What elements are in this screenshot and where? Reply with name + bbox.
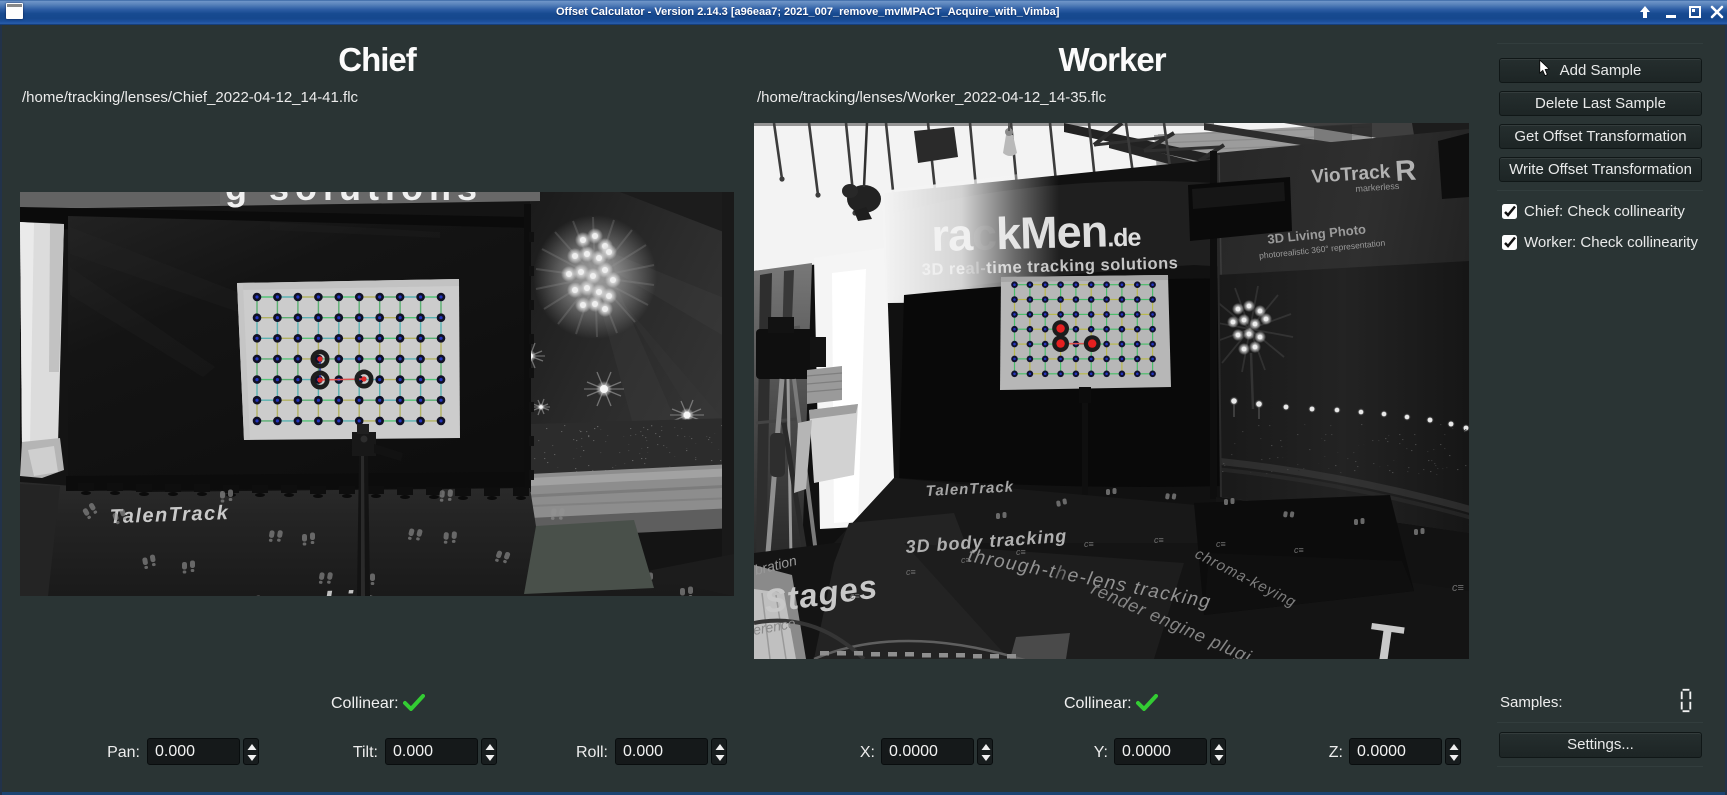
svg-text:c≡: c≡ <box>906 567 916 577</box>
svg-text:c≡: c≡ <box>1084 539 1094 549</box>
svg-text:c≡: c≡ <box>1016 547 1026 557</box>
svg-text:g solutions: g solutions <box>225 192 483 208</box>
svg-text:c≡: c≡ <box>1294 545 1304 555</box>
svg-text:c≡: c≡ <box>1154 535 1164 545</box>
svg-text:TalenTrack: TalenTrack <box>109 502 229 528</box>
svg-text:c≡: c≡ <box>1216 539 1226 549</box>
svg-text:c≡: c≡ <box>850 591 860 601</box>
svg-text:c≡: c≡ <box>1452 582 1464 594</box>
svg-text:c≡: c≡ <box>961 555 971 565</box>
